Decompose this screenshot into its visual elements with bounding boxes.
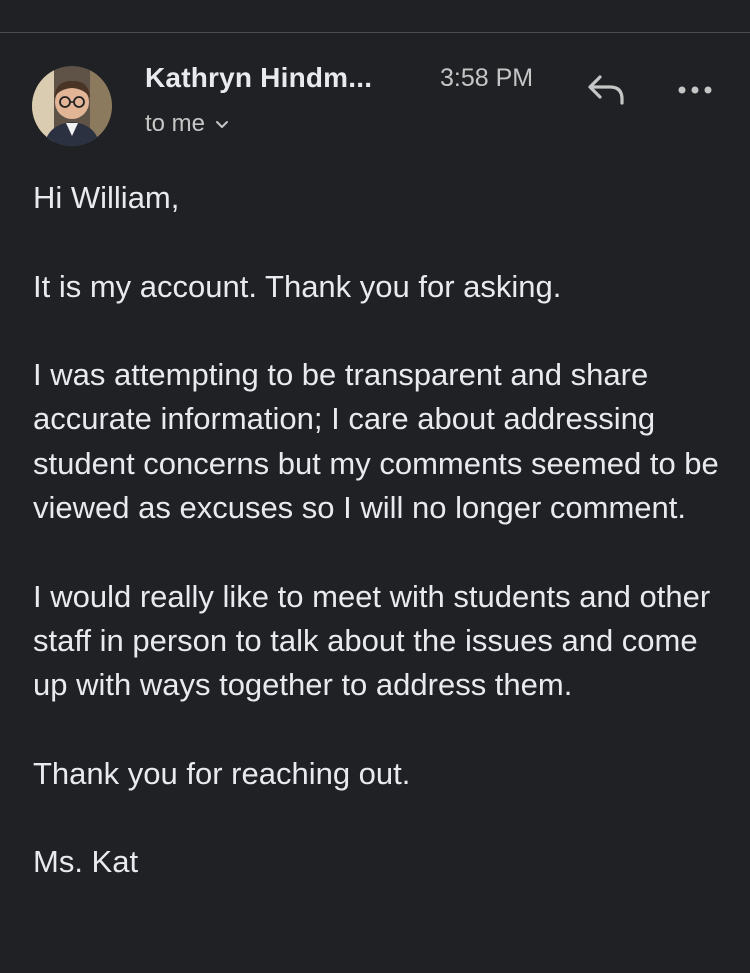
body-paragraph: Hi William, xyxy=(33,180,180,215)
recipient-label: to me xyxy=(145,110,206,137)
recipient-toggle[interactable]: to me xyxy=(145,110,229,138)
more-horizontal-icon xyxy=(678,86,712,94)
message-body: Hi William, It is my account. Thank you … xyxy=(33,176,733,885)
sender-avatar[interactable] xyxy=(32,66,112,146)
reply-arrow-icon xyxy=(588,75,624,105)
chevron-down-icon xyxy=(216,120,229,128)
body-paragraph: I was attempting to be transparent and s… xyxy=(33,357,719,526)
avatar-image xyxy=(32,66,112,146)
body-paragraph: Thank you for reaching out. xyxy=(33,755,411,791)
body-paragraph: I would really like to meet with student… xyxy=(33,578,711,703)
top-divider xyxy=(0,32,750,33)
message-time: 3:58 PM xyxy=(440,64,534,92)
more-options-button[interactable] xyxy=(670,70,720,110)
reply-button[interactable] xyxy=(580,66,632,112)
sender-name[interactable]: Kathryn Hindm... xyxy=(145,62,372,94)
signature: Ms. Kat xyxy=(33,844,139,880)
body-paragraph: It is my account. Thank you for asking. xyxy=(33,268,562,304)
